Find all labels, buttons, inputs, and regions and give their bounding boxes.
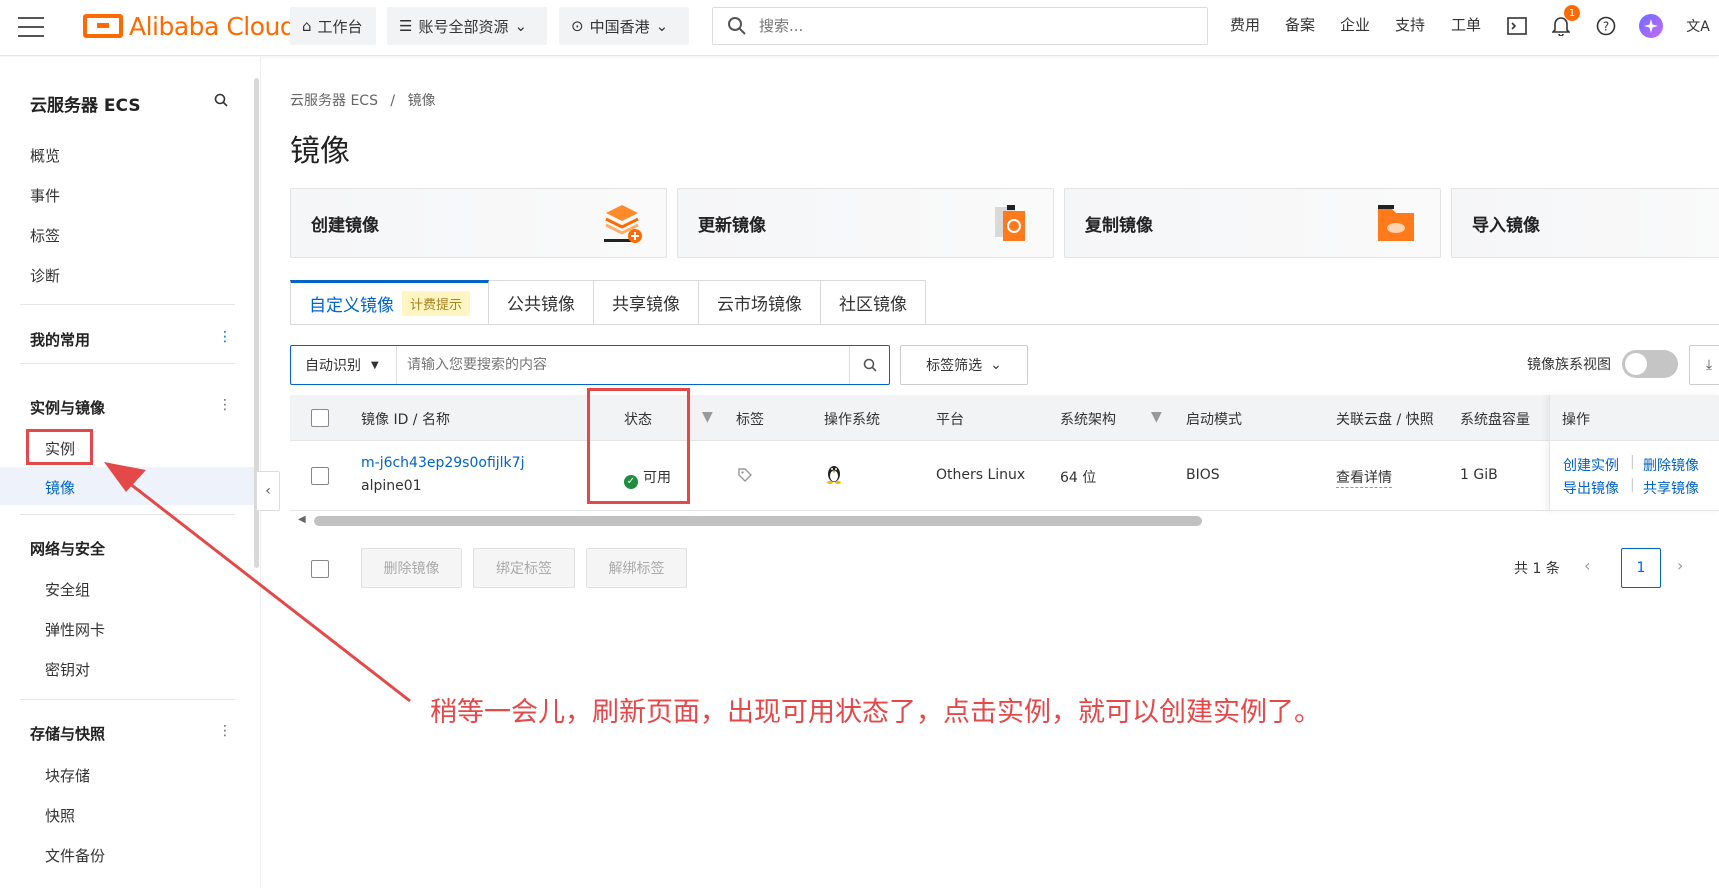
annotation-text: 稍等一会儿，刷新页面，出现可用状态了，点击实例，就可以创建实例了。 bbox=[430, 697, 1321, 728]
annotation-arrow bbox=[104, 462, 411, 703]
